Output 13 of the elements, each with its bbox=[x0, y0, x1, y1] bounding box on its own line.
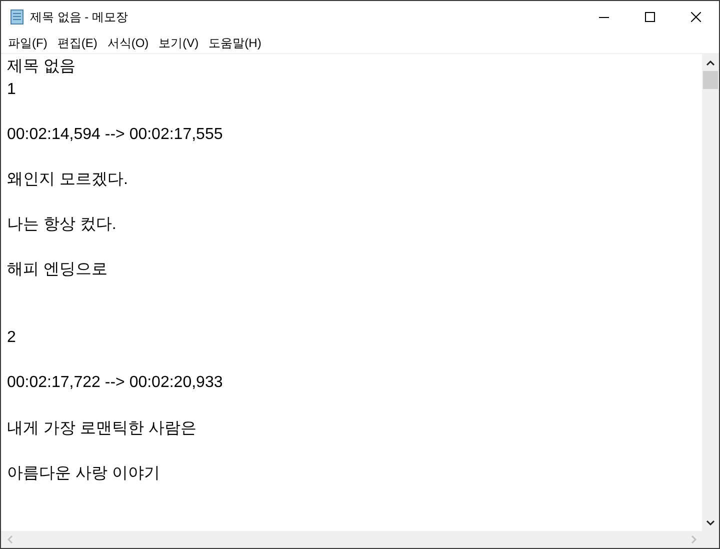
horizontal-scrollbar[interactable] bbox=[1, 531, 702, 548]
menu-item[interactable]: 파일(F) bbox=[3, 34, 52, 52]
document-text[interactable]: 제목 없음 1 00:02:14,594 --> 00:02:17,555 왜인지 모르겠다. 나는 항상 컸다. 해피 엔딩으로 2 00:02:17,722 --> 00:02:20,933 내게 가장 로맨틱한 사람은 아름다운 사랑 이야기 bbox=[1, 54, 702, 531]
menu-item[interactable]: 보기(V) bbox=[154, 34, 204, 52]
window-title: 제목 없음 - 메모장 bbox=[30, 8, 129, 26]
close-icon bbox=[691, 12, 701, 22]
vertical-scrollbar[interactable] bbox=[702, 54, 719, 531]
menu-item[interactable]: 편집(E) bbox=[52, 34, 102, 52]
menu-item[interactable]: 도움말(H) bbox=[204, 34, 266, 52]
menu-item[interactable]: 서식(O) bbox=[102, 34, 154, 52]
notepad-icon bbox=[9, 9, 25, 25]
scroll-thumb[interactable] bbox=[703, 71, 718, 89]
maximize-icon bbox=[645, 12, 655, 22]
